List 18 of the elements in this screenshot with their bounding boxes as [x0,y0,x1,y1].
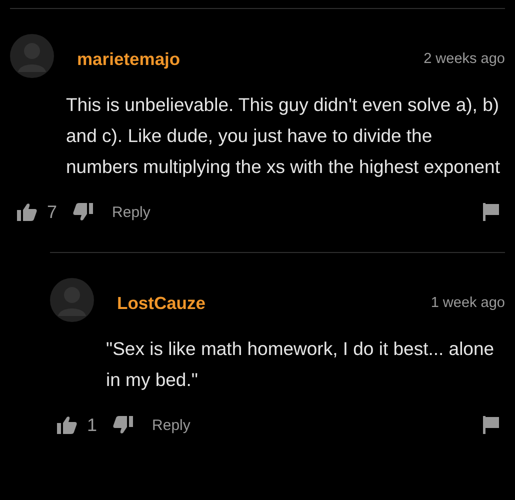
like-count: 7 [47,202,58,222]
thumbs-up-icon[interactable] [57,416,77,434]
thumbs-down-icon[interactable] [113,416,134,434]
like-count: 1 [87,414,98,436]
timestamp: 1 week ago [430,295,505,311]
comment-text: This is unbelievable. This guy didn't even solve a), b) and c). Like dude, you just have to divide the numbers multiplying the xs with the highest exponent [66,93,501,179]
avatar-icon [50,278,94,322]
avatar-icon [10,34,54,78]
thumbs-down-icon[interactable] [73,203,94,221]
username[interactable]: LostCauze [117,292,206,314]
flag-icon[interactable] [483,416,499,434]
comment-text: "Sex is like math homework, I do it best... alone in my bed." [106,337,496,392]
reply-button[interactable]: Reply [112,204,150,220]
timestamp: 2 weeks ago [424,51,505,67]
flag-icon[interactable] [483,203,499,221]
username[interactable]: marietemajo [77,48,180,70]
reply-button[interactable]: Reply [152,416,190,434]
thumbs-up-icon[interactable] [17,203,37,221]
